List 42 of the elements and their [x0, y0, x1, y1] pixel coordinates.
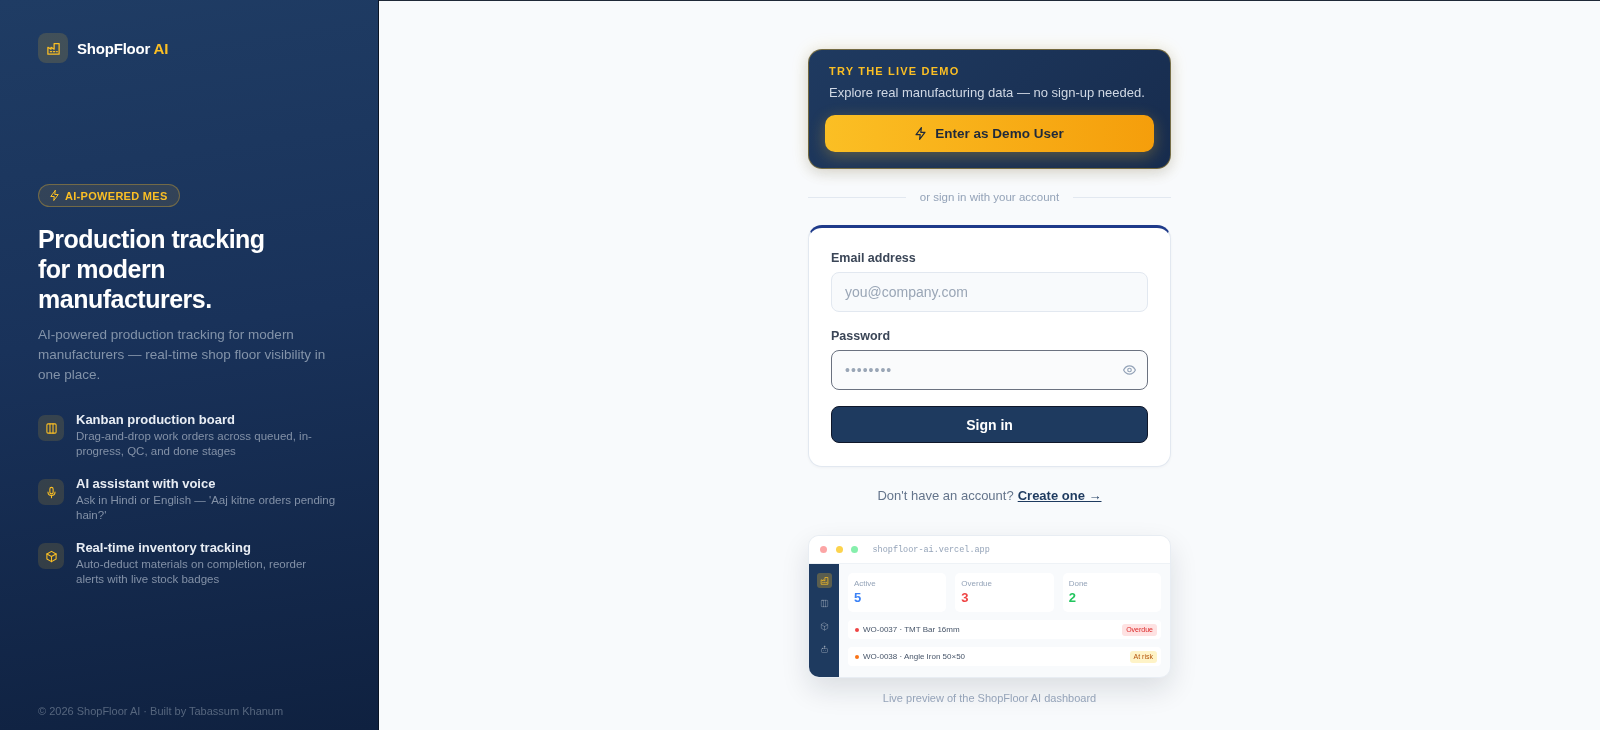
hero-description: AI-powered production tracking for modern manufacturers — real-time shop floor visibility in one place. — [38, 326, 327, 384]
field-label: Email address — [831, 250, 916, 266]
minimize-dot-icon — [835, 546, 843, 553]
demo-subtitle: Explore real manufacturing data — no sign-up needed. — [829, 84, 1145, 102]
microphone-icon — [38, 479, 64, 505]
demo-heading: TRY THE LIVE DEMO — [829, 64, 960, 78]
feature-title: AI assistant with voice — [76, 476, 216, 492]
order-text: WO-0037 · TMT Bar 16mm — [863, 625, 960, 634]
close-dot-icon — [820, 546, 827, 553]
demo-login-button[interactable]: Enter as Demo User — [825, 115, 1154, 152]
email-field[interactable]: you@company.com — [831, 272, 1148, 312]
box-icon — [38, 543, 64, 569]
maximize-dot-icon — [851, 546, 858, 553]
badge-label: AI-POWERED MES — [65, 189, 168, 202]
eye-icon[interactable] — [1123, 365, 1136, 375]
create-account-link[interactable]: Create one → — [1017, 488, 1102, 504]
signup-prompt: Don't have an account? — [877, 488, 1014, 504]
stat-label: Done — [1068, 579, 1088, 589]
url-text: shopfloor-ai.vercel.app — [872, 544, 990, 555]
columns-icon — [38, 415, 64, 441]
stat-value: 3 — [961, 589, 969, 606]
feature-description: Ask in Hindi or English — 'Aaj kitne orders pending hain?' — [76, 493, 336, 523]
order-text: WO-0038 · Angle Iron 50×50 — [863, 652, 966, 661]
feature-title: Kanban production board — [76, 412, 235, 428]
brand-name: ShopFloor AI — [77, 39, 169, 57]
feature-description: Drag-and-drop work orders across queued, in-progress, QC, and done stages — [76, 429, 313, 459]
hero-heading: Production tracking for modern manufacturers. — [38, 224, 266, 314]
stat-value: 2 — [1068, 589, 1076, 606]
field-label: Password — [831, 328, 891, 344]
feature-title: Real-time inventory tracking — [76, 540, 251, 556]
preview-caption: Live preview of the ShopFloor AI dashboard — [882, 691, 1097, 705]
lightning-icon — [915, 127, 927, 140]
factory-icon — [38, 33, 68, 63]
stat-value: 5 — [854, 589, 862, 606]
stat-label: Overdue — [961, 579, 992, 589]
divider-label: or sign in with your account — [919, 190, 1060, 205]
password-field[interactable]: •••••••• — [831, 350, 1148, 390]
sign-in-button[interactable]: Sign in — [831, 406, 1148, 443]
stat-label: Active — [854, 579, 876, 589]
copyright-text: © 2026 ShopFloor AI · Built by Tabassum Khanum — [38, 704, 284, 718]
lightning-icon — [50, 190, 59, 201]
feature-description: Auto-deduct materials on completion, reorder alerts with live stock badges — [76, 557, 308, 587]
